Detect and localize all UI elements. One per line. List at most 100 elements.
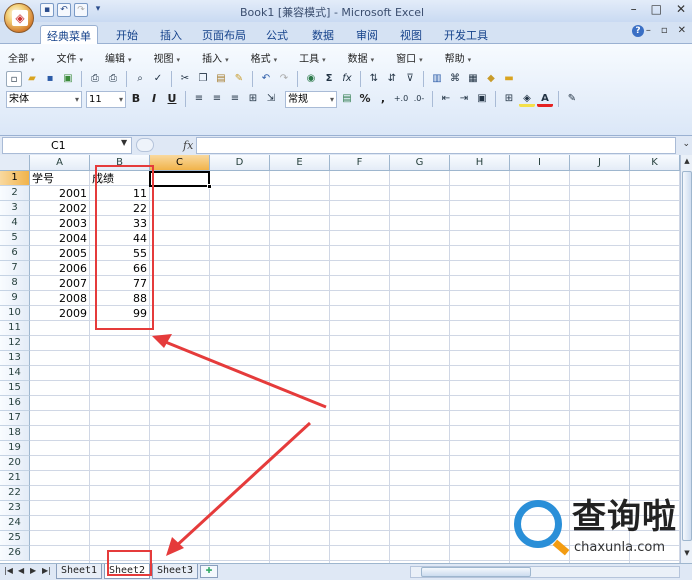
horizontal-scrollbar[interactable] [410,566,680,578]
italic-button[interactable]: I [146,91,162,107]
cut-icon[interactable]: ✂ [177,71,193,87]
new-icon[interactable]: ▫ [6,71,22,87]
fill-color-icon[interactable]: ◈ [519,91,535,107]
cell-a10[interactable]: 2009 [30,306,90,321]
number-format-select[interactable]: 常规 [285,90,337,108]
cell-a6[interactable]: 2005 [30,246,90,261]
permission-icon[interactable]: ▣ [60,71,76,87]
row-header-19[interactable]: 19 [0,441,30,456]
column-header-c[interactable]: C [150,155,210,171]
currency-icon[interactable]: ▤ [339,91,355,107]
print-icon[interactable]: ⎙ [105,71,121,87]
align-center-icon[interactable]: ≡ [209,91,225,107]
minimize-icon[interactable]: – [631,2,637,16]
row-header-4[interactable]: 4 [0,216,30,231]
cell-a3[interactable]: 2002 [30,201,90,216]
first-sheet-icon[interactable]: |◀ [4,566,13,575]
name-box[interactable]: C1 [2,137,132,154]
font-color-icon[interactable]: A [537,91,553,107]
row-header-26[interactable]: 26 [0,546,30,561]
phonetic-icon[interactable]: ✎ [564,91,580,107]
redo-icon[interactable]: ↷ [74,3,88,17]
column-header-d[interactable]: D [210,155,270,171]
maximize-icon[interactable]: □ [651,2,662,16]
tab-view[interactable]: 视图 [394,25,428,44]
column-header-e[interactable]: E [270,155,330,171]
help-icon[interactable]: ? [632,25,644,37]
row-header-21[interactable]: 21 [0,471,30,486]
menu-format[interactable]: 格式 [247,50,286,66]
row-header-1[interactable]: 1 [0,171,30,186]
format-painter-icon[interactable]: ✎ [231,71,247,87]
tab-formulas[interactable]: 公式 [260,25,294,44]
research-icon[interactable]: ⌕ [132,71,148,87]
name-box-dropdown-icon[interactable]: ▼ [121,138,127,147]
menu-window[interactable]: 窗口 [392,50,431,66]
borders-icon[interactable]: ⊞ [501,91,517,107]
merge-center-icon[interactable]: ⊞ [245,91,261,107]
cell-a4[interactable]: 2003 [30,216,90,231]
menu-help[interactable]: 帮助 [441,50,480,66]
decrease-decimal-icon[interactable]: .0- [411,91,427,107]
office-button[interactable]: ◈ [4,3,34,33]
redo-icon[interactable]: ↷ [276,71,292,87]
tab-developer[interactable]: 开发工具 [438,25,494,44]
formula-input[interactable] [196,137,676,154]
customize-qat-icon[interactable]: ▾ [91,3,105,17]
tab-insert[interactable]: 插入 [154,25,188,44]
tab-home[interactable]: 开始 [110,25,144,44]
menu-tools[interactable]: 工具 [295,50,334,66]
row-header-9[interactable]: 9 [0,291,30,306]
row-header-17[interactable]: 17 [0,411,30,426]
increase-indent-icon[interactable]: ⇥ [456,91,472,107]
copy-icon[interactable]: ❐ [195,71,211,87]
horizontal-scroll-thumb[interactable] [421,567,531,577]
drawing-icon[interactable]: ⌘ [447,71,463,87]
workbook-minimize-icon[interactable]: – [646,25,651,36]
row-header-15[interactable]: 15 [0,381,30,396]
cell-style-icon[interactable]: ▣ [474,91,490,107]
wrap-icon[interactable]: ⇲ [263,91,279,107]
menu-view[interactable]: 视图 [150,50,189,66]
tab-classic-menu[interactable]: 经典菜单 [40,25,98,44]
row-header-23[interactable]: 23 [0,501,30,516]
menu-edit[interactable]: 编辑 [101,50,140,66]
insert-function-button[interactable]: fx [183,139,193,152]
hyperlink-icon[interactable]: ◉ [303,71,319,87]
close-icon[interactable]: ✕ [676,2,686,16]
align-right-icon[interactable]: ≡ [227,91,243,107]
insert-function-icon[interactable]: fx [339,71,355,87]
row-header-14[interactable]: 14 [0,366,30,381]
row-header-3[interactable]: 3 [0,201,30,216]
tab-data[interactable]: 数据 [306,25,340,44]
table-icon[interactable]: ▦ [465,71,481,87]
filter-icon[interactable]: ⊽ [402,71,418,87]
autosum-icon[interactable]: Σ [321,71,337,87]
shapes-icon[interactable]: ◆ [483,71,499,87]
row-header-12[interactable]: 12 [0,336,30,351]
save-icon[interactable]: ▪ [40,3,54,17]
cell-a8[interactable]: 2007 [30,276,90,291]
folder-icon[interactable]: ▬ [501,71,517,87]
next-sheet-icon[interactable]: ▶ [30,566,36,575]
column-header-j[interactable]: J [570,155,630,171]
cell-a5[interactable]: 2004 [30,231,90,246]
column-header-f[interactable]: F [330,155,390,171]
vertical-scroll-thumb[interactable] [682,171,692,541]
row-header-20[interactable]: 20 [0,456,30,471]
align-left-icon[interactable]: ≡ [191,91,207,107]
row-header-2[interactable]: 2 [0,186,30,201]
row-header-11[interactable]: 11 [0,321,30,336]
row-header-13[interactable]: 13 [0,351,30,366]
row-header-22[interactable]: 22 [0,486,30,501]
cell-a1[interactable]: 学号 [30,171,90,186]
open-icon[interactable]: ▰ [24,71,40,87]
menu-insert[interactable]: 插入 [198,50,237,66]
column-header-h[interactable]: H [450,155,510,171]
undo-icon[interactable]: ↶ [258,71,274,87]
font-size-select[interactable]: 11 [86,90,126,108]
paste-icon[interactable]: ▤ [213,71,229,87]
row-header-7[interactable]: 7 [0,261,30,276]
row-header-10[interactable]: 10 [0,306,30,321]
row-header-18[interactable]: 18 [0,426,30,441]
